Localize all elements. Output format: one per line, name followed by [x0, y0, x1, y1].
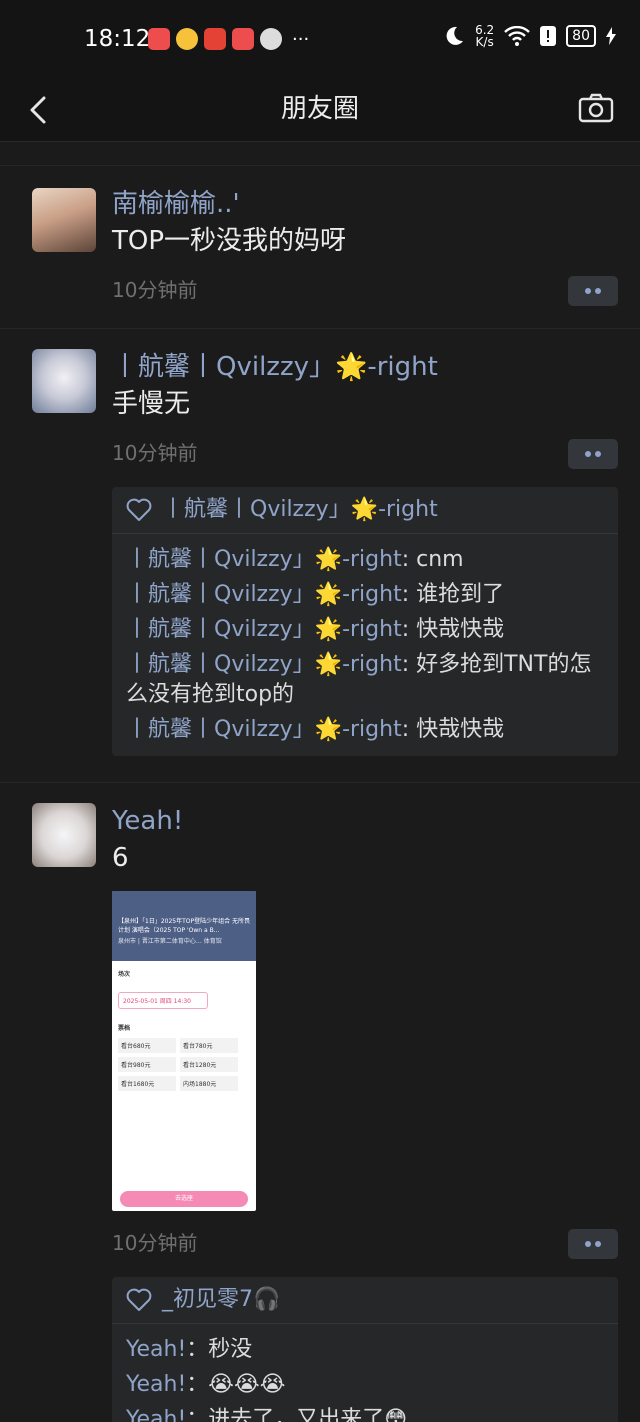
comment-text: : 谁抢到了	[401, 582, 505, 607]
comment[interactable]: Yeah!：😭😭😭	[126, 1370, 604, 1400]
alert-icon	[540, 26, 557, 46]
post-meta: 10分钟前	[112, 268, 618, 318]
likes-row: _初见零7🎧	[112, 1277, 618, 1324]
post-time: 10分钟前	[112, 278, 198, 302]
image-tier: 看台1280元	[180, 1057, 238, 1072]
image-section-session: 场次	[118, 971, 131, 978]
post-meta: 10分钟前	[112, 431, 618, 481]
post-image-screenshot[interactable]: 【泉州】「1日」2025年TOP登陆少年组合 无所畏计划 演唱会（2025 TO…	[112, 891, 256, 1211]
likes-names[interactable]: 丨航馨丨Qvilzzy」🌟-right	[162, 495, 438, 525]
feed-top-spacer	[0, 142, 640, 166]
image-tier: 看台680元	[118, 1038, 176, 1053]
comment[interactable]: Yeah!：秒没	[126, 1335, 604, 1365]
speed-unit: K/s	[475, 35, 494, 49]
network-speed: 6.2 K/s	[475, 24, 494, 48]
comment[interactable]: 丨航馨丨Qvilzzy」🌟-right: 谁抢到了	[126, 580, 604, 610]
image-header: 【泉州】「1日」2025年TOP登陆少年组合 无所畏计划 演唱会（2025 TO…	[112, 891, 256, 961]
more-actions-button[interactable]	[568, 1229, 618, 1259]
comment[interactable]: 丨航馨丨Qvilzzy」🌟-right: 快哉快哉	[126, 615, 604, 645]
status-right: 6.2 K/s 80	[443, 24, 616, 48]
notification-icons: ···	[148, 28, 309, 50]
red-note-app-icon-2	[232, 28, 254, 50]
image-date: 2025-05-01 周四 14:30	[118, 992, 208, 1009]
likes-names[interactable]: _初见零7🎧	[162, 1285, 280, 1315]
image-body: 场次 2025-05-01 周四 14:30 票档 看台680元 看台780元 …	[112, 961, 256, 1095]
likes-row: 丨航馨丨Qvilzzy」🌟-right	[112, 487, 618, 534]
more-actions-button[interactable]	[568, 276, 618, 306]
comment-list: Yeah!：秒没 Yeah!：😭😭😭 Yeah!：进去了，又出来了😳	[112, 1324, 618, 1422]
comment[interactable]: 丨航馨丨Qvilzzy」🌟-right: 快哉快哉	[126, 715, 604, 745]
wechat-app-icon	[260, 28, 282, 50]
huawei-app-icon	[204, 28, 226, 50]
image-tier: 内场1880元	[180, 1076, 238, 1091]
more-actions-button[interactable]	[568, 439, 618, 469]
heart-icon	[126, 498, 152, 521]
moment-post: Yeah! 6 【泉州】「1日」2025年TOP登陆少年组合 无所畏计划 演唱会…	[0, 783, 640, 1422]
image-tier: 看台1680元	[118, 1076, 176, 1091]
comment-author[interactable]: Yeah!	[126, 1372, 186, 1397]
avatar[interactable]	[32, 349, 96, 413]
heart-icon	[126, 1288, 152, 1311]
camera-icon[interactable]	[578, 90, 614, 126]
comment-author[interactable]: 丨航馨丨Qvilzzy」🌟-right	[126, 717, 402, 742]
interaction-box: 丨航馨丨Qvilzzy」🌟-right 丨航馨丨Qvilzzy」🌟-right:…	[112, 487, 618, 756]
weibo-app-icon	[176, 28, 198, 50]
comment-text: ：进去了，又出来了😳	[186, 1407, 408, 1422]
comment-author[interactable]: 丨航馨丨Qvilzzy」🌟-right	[126, 547, 402, 572]
wifi-icon	[504, 26, 531, 46]
post-meta: 10分钟前	[112, 1221, 618, 1271]
moon-icon	[446, 26, 464, 45]
avatar[interactable]	[32, 803, 96, 867]
image-tier-grid: 看台680元 看台780元 看台980元 看台1280元 看台1680元 内场1…	[118, 1038, 250, 1091]
post-text: TOP一秒没我的妈呀	[112, 226, 347, 256]
comment-author[interactable]: Yeah!	[126, 1337, 186, 1362]
image-tier: 看台980元	[118, 1057, 176, 1072]
more-notifications-icon: ···	[292, 28, 310, 50]
moment-post: 丨航馨丨Qvilzzy」🌟-right 手慢无 10分钟前 丨航馨丨Qvilzz…	[0, 329, 640, 783]
post-time: 10分钟前	[112, 1231, 198, 1255]
comment[interactable]: 丨航馨丨Qvilzzy」🌟-right: cnm	[126, 545, 604, 575]
interaction-box: _初见零7🎧 Yeah!：秒没 Yeah!：😭😭😭 Yeah!：进去了，又出来了…	[112, 1277, 618, 1422]
comment-author[interactable]: 丨航馨丨Qvilzzy」🌟-right	[126, 617, 402, 642]
image-select-seat-button: 去选座	[120, 1191, 248, 1207]
status-time: 18:12	[84, 26, 151, 52]
comment-text: : cnm	[401, 547, 464, 572]
status-bar: 18:12 ··· 6.2 K/s 80	[0, 0, 640, 80]
comment-text: ：秒没	[186, 1337, 253, 1362]
red-note-app-icon	[148, 28, 170, 50]
page-title: 朋友圈	[280, 94, 359, 124]
comment-author[interactable]: Yeah!	[126, 1407, 186, 1422]
post-text: 手慢无	[112, 389, 191, 419]
charging-icon	[606, 27, 616, 45]
moment-post: 南榆榆榆..' TOP一秒没我的妈呀 10分钟前	[0, 166, 640, 329]
image-event-title: 【泉州】「1日」2025年TOP登陆少年组合 无所畏计划 演唱会（2025 TO…	[118, 918, 251, 934]
nav-bar: 朋友圈	[0, 80, 640, 142]
comment-author[interactable]: 丨航馨丨Qvilzzy」🌟-right	[126, 652, 402, 677]
image-tier: 看台780元	[180, 1038, 238, 1053]
post-text: 6	[112, 843, 129, 873]
comment-author[interactable]: 丨航馨丨Qvilzzy」🌟-right	[126, 582, 402, 607]
comment-text: : 快哉快哉	[401, 717, 505, 742]
comment[interactable]: 丨航馨丨Qvilzzy」🌟-right: 好多抢到TNT的怎么没有抢到top的	[126, 650, 604, 710]
post-author[interactable]: 南榆榆榆..'	[112, 186, 618, 222]
comment-list: 丨航馨丨Qvilzzy」🌟-right: cnm 丨航馨丨Qvilzzy」🌟-r…	[112, 534, 618, 756]
image-venue: 泉州市 | 晋江市第二体育中心… 体育馆	[118, 938, 222, 945]
post-time: 10分钟前	[112, 441, 198, 465]
battery-indicator: 80	[566, 25, 596, 47]
avatar[interactable]	[32, 188, 96, 252]
comment-text: ：😭😭😭	[186, 1372, 286, 1397]
comment-text: : 快哉快哉	[401, 617, 505, 642]
moments-feed: 南榆榆榆..' TOP一秒没我的妈呀 10分钟前 丨航馨丨Qvilzzy」🌟-r…	[0, 142, 640, 1422]
comment[interactable]: Yeah!：进去了，又出来了😳	[126, 1405, 604, 1422]
image-section-tiers: 票档	[118, 1025, 131, 1032]
post-author[interactable]: Yeah!	[112, 803, 618, 839]
post-author[interactable]: 丨航馨丨Qvilzzy」🌟-right	[112, 349, 618, 385]
